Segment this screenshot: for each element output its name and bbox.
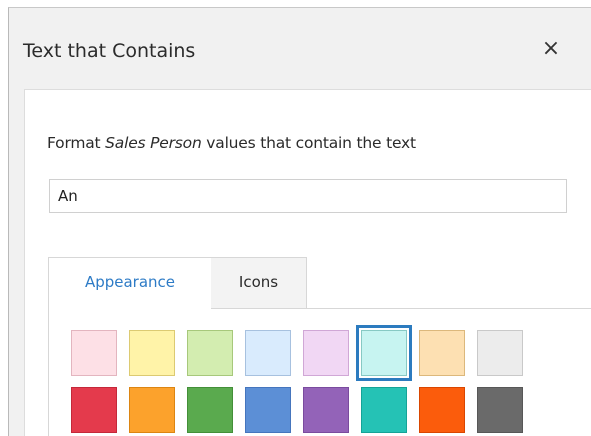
instruction-prefix: Format — [47, 134, 106, 152]
swatch-light-orange[interactable] — [419, 330, 465, 376]
swatch-light-red[interactable] — [71, 330, 117, 376]
dark-swatch-row — [71, 387, 523, 433]
swatch-light-blue[interactable] — [245, 330, 291, 376]
instruction-suffix: values that contain the text — [201, 134, 416, 152]
swatch-dark-orange[interactable] — [419, 387, 465, 433]
swatch-light-green[interactable] — [187, 330, 233, 376]
field-name: Sales Person — [105, 134, 202, 152]
light-swatch-row — [71, 325, 523, 381]
contains-text-input[interactable] — [49, 179, 567, 213]
swatch-teal[interactable] — [361, 387, 407, 433]
dialog-content: Format Sales Person values that contain … — [24, 89, 591, 436]
swatch-light-yellow[interactable] — [129, 330, 175, 376]
swatch-red[interactable] — [71, 387, 117, 433]
dialog-title: Text that Contains — [23, 40, 196, 62]
tab-appearance[interactable]: Appearance — [48, 257, 211, 309]
swatch-light-purple[interactable] — [303, 330, 349, 376]
swatch-light-gray[interactable] — [477, 330, 523, 376]
appearance-swatch-panel — [48, 308, 591, 436]
dialog-window: Text that Contains × Format Sales Person… — [8, 7, 591, 436]
swatch-green[interactable] — [187, 387, 233, 433]
swatch-orange[interactable] — [129, 387, 175, 433]
swatch-blue[interactable] — [245, 387, 291, 433]
tab-icons[interactable]: Icons — [210, 257, 307, 308]
swatch-light-teal[interactable] — [356, 325, 412, 381]
instruction-text: Format Sales Person values that contain … — [47, 134, 416, 152]
swatch-purple[interactable] — [303, 387, 349, 433]
swatch-dark-gray[interactable] — [477, 387, 523, 433]
close-icon[interactable]: × — [539, 38, 563, 62]
format-tabs: Appearance Icons — [48, 257, 591, 436]
